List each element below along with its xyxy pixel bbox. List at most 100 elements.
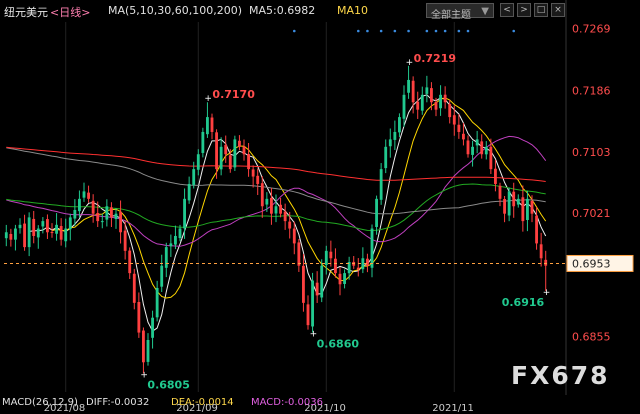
candle-body	[544, 259, 548, 266]
candle-body	[425, 87, 429, 94]
candle	[416, 91, 420, 119]
candle	[544, 250, 548, 291]
candle	[18, 218, 22, 234]
candle	[151, 310, 154, 349]
candle-body	[160, 265, 164, 287]
candle-body	[91, 200, 95, 214]
candle	[498, 182, 502, 207]
candle	[274, 194, 278, 223]
candle-body	[251, 169, 255, 177]
candle	[110, 202, 113, 227]
candle	[480, 134, 484, 159]
candle	[215, 129, 218, 179]
candle-body	[201, 131, 205, 153]
candle	[279, 197, 282, 218]
candle	[324, 245, 328, 275]
candle-body	[324, 250, 328, 265]
candle	[388, 128, 392, 158]
candle	[183, 188, 186, 239]
candle	[338, 267, 342, 296]
candle-body	[265, 198, 269, 205]
candle-body	[297, 242, 301, 266]
candle	[196, 149, 200, 176]
candle	[512, 182, 516, 218]
candle-body	[283, 211, 287, 222]
candle-body	[361, 258, 365, 270]
candle	[320, 259, 324, 303]
candle-body	[164, 247, 168, 268]
candle	[68, 213, 72, 241]
next-button[interactable]: >	[517, 3, 531, 17]
candle	[379, 163, 383, 205]
candle	[475, 130, 479, 154]
candle-body	[187, 183, 191, 201]
macd-value: MACD:-0.0036	[251, 397, 323, 408]
signal-dot	[292, 29, 296, 33]
candle-body	[398, 117, 401, 133]
candle	[407, 65, 410, 99]
price-tick-label: 0.7103	[572, 146, 611, 159]
candle-body	[110, 207, 113, 218]
candle	[375, 195, 378, 235]
candle	[425, 75, 429, 103]
candle	[114, 208, 118, 229]
candlestick-chart[interactable]: +0.7170+ 0.7219+0.6805+0.6860+0.6916 0.72…	[0, 0, 640, 414]
candle-body	[206, 117, 209, 135]
candle-body	[4, 232, 8, 239]
candle	[32, 210, 36, 244]
candle-body	[370, 228, 374, 268]
current-price-label: 0.6953	[572, 257, 611, 270]
candle	[311, 272, 314, 333]
candle-body	[238, 140, 241, 147]
candle	[137, 292, 141, 338]
ma-indicator-label[interactable]: MA(5,10,30,60,100,200)	[108, 4, 242, 17]
candle	[160, 254, 164, 293]
high-marker: +	[406, 58, 414, 68]
close-button[interactable]: ×	[551, 3, 565, 17]
candle	[507, 187, 511, 222]
candle-body	[292, 228, 296, 244]
candle-body	[448, 104, 452, 118]
candle-body	[137, 302, 141, 333]
signal-dot	[407, 29, 410, 33]
candle-body	[32, 218, 36, 236]
candle	[494, 159, 497, 192]
candle-body	[334, 258, 337, 274]
theme-select[interactable]: 全部主题 ▼	[426, 3, 494, 21]
candle	[315, 271, 319, 303]
price-tick-label: 0.7269	[572, 23, 611, 36]
candle	[402, 85, 406, 127]
candle	[210, 113, 214, 140]
candle-body	[475, 139, 479, 146]
prev-button[interactable]: <	[500, 3, 514, 17]
candle-body	[128, 250, 132, 274]
candle-body	[36, 228, 40, 238]
candle	[146, 333, 150, 366]
candle	[443, 86, 447, 109]
candle-body	[192, 169, 196, 185]
candle	[356, 258, 360, 277]
macd-diff: DIFF:-0.0032	[86, 397, 150, 408]
candle-body	[402, 94, 406, 119]
maximize-button[interactable]: □	[534, 3, 548, 17]
candle	[41, 217, 45, 234]
candle-body	[142, 330, 145, 363]
candle	[370, 224, 374, 278]
candle-body	[379, 169, 383, 200]
candle	[73, 199, 77, 226]
candle	[132, 268, 136, 310]
candle-body	[228, 155, 232, 170]
candle-body	[119, 212, 122, 233]
candle-body	[174, 235, 177, 245]
candle-body	[516, 198, 520, 205]
signal-dot	[512, 29, 516, 33]
candle	[91, 194, 95, 223]
candle	[539, 232, 543, 267]
candle	[78, 190, 81, 218]
period-selector[interactable]: <日线>	[50, 4, 90, 20]
candle-body	[155, 287, 159, 318]
candle	[27, 212, 31, 257]
candle-body	[320, 265, 324, 298]
candle	[471, 140, 474, 167]
candle-body	[224, 144, 228, 155]
